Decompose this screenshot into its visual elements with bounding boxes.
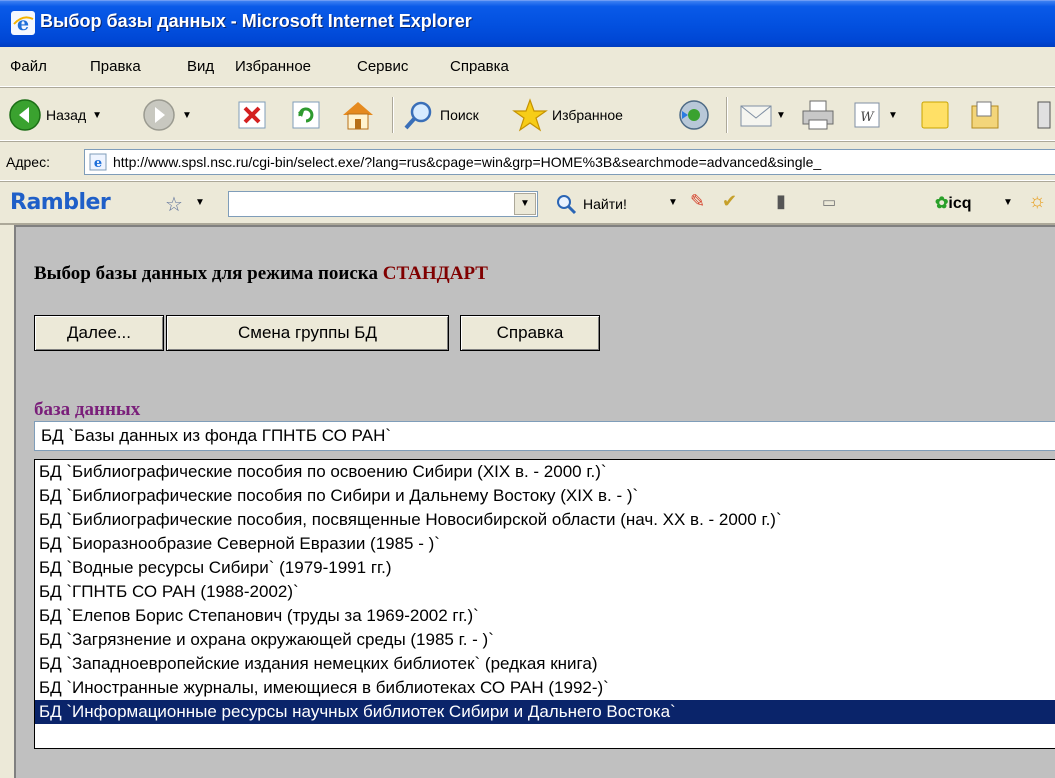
icq-button[interactable]: ✿icq [935,193,972,213]
menu-tools[interactable]: Сервис [357,58,408,75]
chevron-down-icon[interactable]: ▼ [888,110,898,121]
menu-file[interactable]: Файл [10,58,47,75]
database-option[interactable]: БД `Елепов Борис Степанович (труды за 19… [35,604,1055,628]
menu-help[interactable]: Справка [450,58,509,75]
next-button[interactable]: Далее... [34,315,164,351]
database-option[interactable]: БД `Информационные ресурсы научных библи… [35,700,1055,724]
folder-icon [971,101,999,129]
menu-view[interactable]: Вид [187,58,214,75]
database-option[interactable]: БД `Иностранные журналы, имеющиеся в биб… [35,676,1055,700]
tool-icon[interactable]: ▮ [776,191,786,212]
rambler-search-input[interactable]: ▼ [228,191,538,217]
database-label: база данных [34,399,141,420]
page-content: Выбор базы данных для режима поиска СТАН… [14,225,1055,778]
database-option[interactable]: БД `Библиографические пособия, посвященн… [35,508,1055,532]
highlighter-icon[interactable]: ✎ [690,191,705,212]
more-icon [1037,101,1051,129]
heading-text: Выбор базы данных для режима поиска [34,263,378,284]
search-icon [404,101,432,130]
discuss-button[interactable] [918,95,952,135]
media-button[interactable] [676,95,712,135]
rambler-logo[interactable]: Rambler [10,190,111,215]
back-label: Назад [46,107,87,123]
chevron-down-icon[interactable]: ▼ [776,110,786,121]
menu-favorites[interactable]: Избранное [235,58,311,75]
database-select[interactable]: БД `Базы данных из фонда ГПНТБ СО РАН` [34,421,1055,451]
address-label: Адрес: [6,154,50,170]
address-input[interactable]: e http://www.spsl.nsc.ru/cgi-bin/select.… [84,149,1055,175]
back-button[interactable]: Назад ▼ [8,95,102,135]
messenger-button[interactable] [968,95,1004,135]
page-heading: Выбор базы данных для режима поиска СТАН… [34,263,488,285]
find-label: Найти! [583,196,627,212]
star-icon [512,98,548,132]
back-arrow-icon [9,99,41,131]
search-button[interactable]: Поиск [402,95,479,135]
page-icon: e [89,153,107,171]
svg-text:e: e [94,156,102,171]
mail-button[interactable]: ▼ [738,95,786,135]
search-label: Поиск [440,107,479,123]
standard-toolbar: Назад ▼ ▼ Поиск Избранное ▼ W ▼ [0,89,1055,141]
home-button[interactable] [340,95,376,135]
favorites-label: Избранное [552,107,623,123]
refresh-icon [292,101,320,129]
stop-button[interactable] [236,95,268,135]
mail-icon [740,105,772,127]
more-button[interactable] [1030,95,1052,135]
sun-icon[interactable]: ☼ [1028,190,1046,213]
forward-button[interactable]: ▼ [142,95,192,135]
find-button[interactable]: Найти! [555,191,627,217]
database-list[interactable]: БД `Библиографические пособия по освоени… [34,459,1055,749]
title-bar[interactable]: e Выбор базы данных - Microsoft Internet… [0,0,1055,47]
database-option[interactable]: БД `Библиографические пособия по освоени… [35,460,1055,484]
home-icon [343,102,373,130]
star-outline-icon[interactable]: ☆ [165,192,183,217]
search-mode: СТАНДАРТ [382,263,488,284]
change-group-button[interactable]: Смена группы БД [166,315,449,351]
chevron-down-icon[interactable]: ▼ [1003,197,1013,208]
database-option[interactable]: БД `Западноевропейские издания немецких … [35,652,1055,676]
icq-label: icq [948,195,972,212]
svg-text:e: e [17,13,29,35]
refresh-button[interactable] [290,95,322,135]
word-icon: W [854,102,880,128]
chevron-down-icon[interactable]: ▼ [195,197,205,208]
browser-window: e Выбор базы данных - Microsoft Internet… [0,0,1055,778]
toolbar-separator [392,97,394,133]
edit-button[interactable]: W ▼ [852,95,898,135]
flower-icon: ✿ [935,195,949,212]
spellcheck-icon[interactable]: ✔ [722,191,737,212]
window-title: Выбор базы данных - Microsoft Internet E… [40,11,472,31]
svg-text:W: W [860,110,875,125]
toolbar-separator [726,97,728,133]
database-option[interactable]: БД `Водные ресурсы Сибири` (1979-1991 гг… [35,556,1055,580]
menu-bar: Файл Правка Вид Избранное Сервис Справка [0,47,1055,87]
window-icon[interactable]: ▭ [822,193,836,211]
favorites-button[interactable]: Избранное [512,95,623,135]
address-bar: Адрес: e http://www.spsl.nsc.ru/cgi-bin/… [0,143,1055,181]
rambler-toolbar: Rambler ☆ ▼ ▼ Найти! ▼ ✎ ✔ ▮ ▭ ✿icq ▼ ☼ [0,183,1055,225]
chevron-down-icon[interactable]: ▼ [92,110,102,121]
magnifier-icon [557,195,577,215]
database-option[interactable]: БД `Загрязнение и охрана окружающей сред… [35,628,1055,652]
database-option[interactable]: БД `ГПНТБ СО РАН (1988-2002)` [35,580,1055,604]
chevron-down-icon[interactable]: ▼ [182,110,192,121]
media-icon [679,100,709,130]
chevron-down-icon[interactable]: ▼ [514,193,536,215]
address-url: http://www.spsl.nsc.ru/cgi-bin/select.ex… [113,154,822,170]
chevron-down-icon[interactable]: ▼ [668,197,678,208]
forward-arrow-icon [143,99,175,131]
help-button[interactable]: Справка [460,315,600,351]
menu-edit[interactable]: Правка [90,58,141,75]
print-button[interactable] [800,95,836,135]
stop-icon [238,101,266,129]
printer-icon [802,100,834,130]
ie-icon: e [11,11,35,35]
database-option[interactable]: БД `Биоразнообразие Северной Евразии (19… [35,532,1055,556]
note-icon [921,101,949,129]
database-option[interactable]: БД `Библиографические пособия по Сибири … [35,484,1055,508]
